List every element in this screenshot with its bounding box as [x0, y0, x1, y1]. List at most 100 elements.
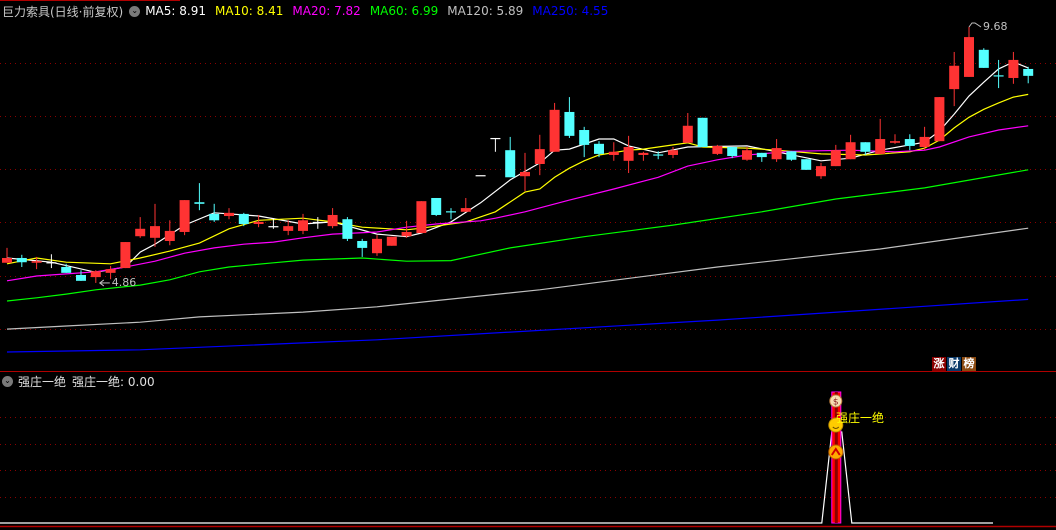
- candle-body[interactable]: [164, 230, 175, 241]
- candle-body[interactable]: [668, 150, 678, 155]
- candle-body[interactable]: [416, 201, 427, 234]
- candle-body[interactable]: [386, 236, 397, 246]
- candle-body[interactable]: [327, 214, 338, 227]
- candle-body[interactable]: [638, 152, 649, 155]
- candle-body[interactable]: [105, 269, 116, 273]
- candle-body[interactable]: [76, 274, 86, 281]
- candle-body[interactable]: [61, 267, 72, 273]
- candle-body[interactable]: [727, 147, 738, 157]
- candle-body[interactable]: [31, 261, 42, 263]
- candle-body[interactable]: [534, 149, 545, 164]
- candle-body[interactable]: [16, 257, 27, 263]
- candle-body[interactable]: [564, 111, 575, 136]
- ma-line-ma60: [6, 169, 1029, 302]
- candle-body[interactable]: [150, 226, 160, 238]
- candle-body[interactable]: [283, 226, 294, 231]
- candle-body[interactable]: [475, 175, 486, 177]
- candle-body[interactable]: [372, 238, 382, 254]
- chevron-down-icon[interactable]: ⌄: [129, 5, 141, 17]
- stock-title: 巨力索具(日线·前复权): [2, 4, 124, 19]
- candle-body[interactable]: [357, 240, 368, 248]
- candle-body[interactable]: [712, 145, 723, 154]
- ma-line-ma120: [6, 227, 1029, 330]
- candle-body[interactable]: [845, 142, 856, 160]
- zhangcai-badges[interactable]: 涨 财 榜: [932, 357, 976, 371]
- candle-body[interactable]: [949, 65, 960, 90]
- candle-body[interactable]: [298, 220, 308, 231]
- candle-body[interactable]: [934, 97, 945, 142]
- candle-body[interactable]: [579, 130, 590, 145]
- candle-body[interactable]: [801, 159, 812, 170]
- candle-body[interactable]: [964, 37, 974, 77]
- indicator-line: [0, 431, 993, 524]
- candle-body[interactable]: [816, 166, 826, 177]
- ma120-label: MA120: 5.89: [447, 4, 524, 18]
- candle-body[interactable]: [756, 152, 767, 158]
- badge-cai[interactable]: 财: [947, 357, 961, 371]
- candle-body[interactable]: [904, 139, 915, 146]
- candle-body[interactable]: [978, 49, 989, 68]
- chart-header: 巨力索具(日线·前复权) ⌄ MA5: 8.91 MA10: 8.41 MA20…: [2, 3, 617, 19]
- candle-body[interactable]: [742, 150, 752, 160]
- ma-line-ma20: [6, 125, 1029, 282]
- candle-body[interactable]: [608, 151, 619, 155]
- candle-body[interactable]: [238, 213, 249, 225]
- high-marker-arrow: [968, 22, 982, 28]
- candle-body[interactable]: [268, 226, 279, 228]
- money-bag-symbol: $: [833, 398, 839, 408]
- ma60-label: MA60: 6.99: [369, 4, 439, 18]
- chart-canvas[interactable]: $: [0, 0, 1056, 530]
- candle-body[interactable]: [682, 125, 693, 143]
- candle-body[interactable]: [549, 109, 560, 152]
- candle-body[interactable]: [401, 231, 412, 237]
- candle-body[interactable]: [1008, 59, 1019, 78]
- indicator-value: 强庄一绝: 0.00: [72, 374, 155, 389]
- candle-body[interactable]: [771, 148, 782, 160]
- indicator-name[interactable]: 强庄一绝: [18, 373, 66, 390]
- candle-body[interactable]: [446, 211, 456, 213]
- candle-body[interactable]: [860, 142, 871, 152]
- candle-body[interactable]: [253, 221, 264, 225]
- badge-bang[interactable]: 榜: [962, 357, 976, 371]
- candle-body[interactable]: [90, 271, 101, 278]
- ma20-label: MA20: 7.82: [292, 4, 361, 18]
- candle-body[interactable]: [919, 136, 930, 148]
- candle-body[interactable]: [46, 262, 57, 264]
- candle-body[interactable]: [120, 242, 131, 269]
- candle-body[interactable]: [890, 141, 900, 143]
- ma-line-ma10: [6, 93, 1029, 265]
- candle-body[interactable]: [653, 154, 664, 156]
- candle-body[interactable]: [993, 75, 1004, 77]
- candle-body[interactable]: [697, 117, 708, 148]
- candle-body[interactable]: [2, 257, 12, 263]
- candle-body[interactable]: [135, 228, 146, 237]
- candle-body[interactable]: [342, 219, 353, 239]
- signal-label: 强庄一绝: [836, 411, 885, 425]
- candle-body[interactable]: [431, 197, 442, 215]
- candle-body[interactable]: [623, 147, 634, 161]
- candle-body[interactable]: [520, 171, 530, 177]
- candle-body[interactable]: [505, 150, 516, 178]
- candle-body[interactable]: [490, 137, 501, 140]
- badge-zhang[interactable]: 涨: [932, 357, 946, 371]
- candle-body[interactable]: [224, 212, 234, 217]
- candle-body[interactable]: [786, 151, 797, 160]
- candle-body[interactable]: [875, 139, 886, 154]
- candle-body[interactable]: [209, 213, 220, 221]
- ma5-label: MA5: 8.91: [145, 4, 206, 18]
- candle-body[interactable]: [312, 221, 323, 224]
- low-price-label: 4.86: [111, 275, 137, 289]
- chevron-down-icon[interactable]: ⌄: [2, 375, 13, 387]
- ma-line-ma250: [6, 298, 1029, 353]
- candle-body[interactable]: [830, 150, 841, 167]
- candle-body[interactable]: [594, 143, 604, 154]
- ma250-label: MA250: 4.55: [532, 4, 609, 18]
- candle-body[interactable]: [194, 202, 205, 204]
- ma-line-ma5: [6, 61, 1029, 273]
- candle-body[interactable]: [179, 200, 190, 232]
- up-arrow-icon: [828, 444, 844, 460]
- candle-body[interactable]: [460, 208, 471, 212]
- ma10-label: MA10: 8.41: [214, 4, 284, 18]
- indicator-header: ⌄ 强庄一绝 强庄一绝: 0.00: [2, 373, 155, 389]
- candle-body[interactable]: [1023, 68, 1034, 76]
